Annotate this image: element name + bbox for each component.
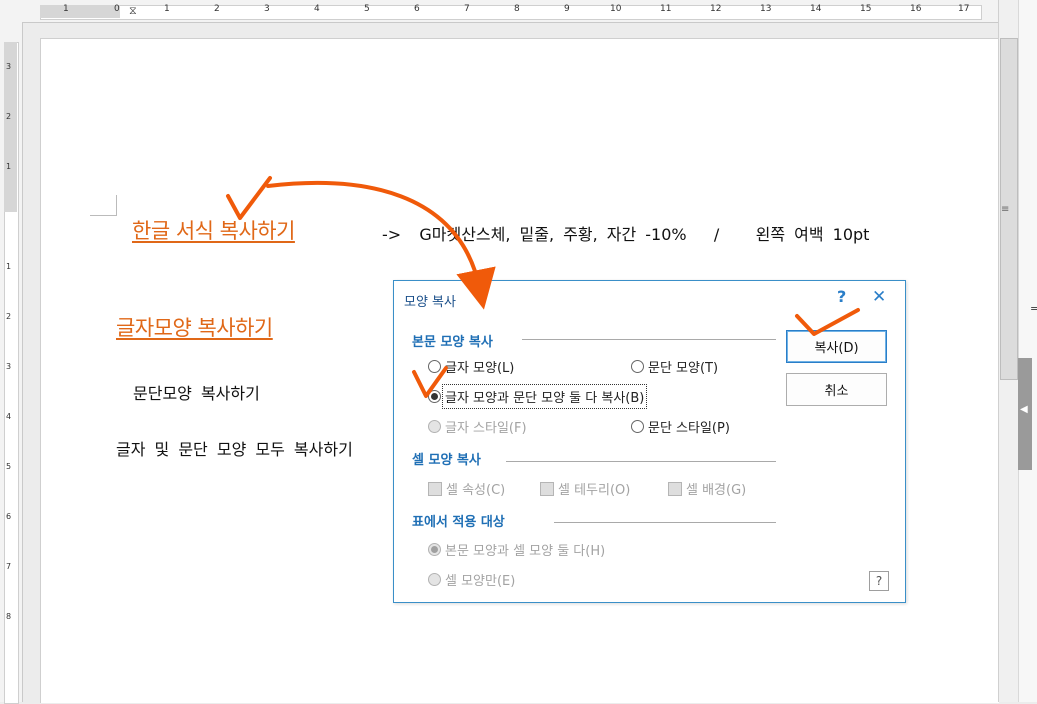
radio-label: 글자 모양과 문단 모양 둘 다 복사(B) (441, 384, 648, 409)
ruler-number: 1 (164, 4, 170, 14)
ruler-number: 17 (958, 4, 970, 14)
ruler-number: 1 (63, 4, 69, 14)
checkbox-cell-attr[interactable]: 셀 속성(C) (428, 479, 505, 498)
ruler-number: 9 (564, 4, 570, 14)
radio-para-shape[interactable]: 문단 모양(T) (631, 357, 718, 376)
copy-button[interactable]: 복사(D) (786, 330, 887, 363)
para-shape-copy-text[interactable]: 문단모양 복사하기 (133, 380, 260, 404)
radio-icon[interactable] (631, 420, 644, 433)
checkbox-icon[interactable] (668, 481, 682, 496)
horizontal-ruler[interactable]: 1 0 1 2 3 4 5 6 7 8 9 10 11 12 13 14 15 … (0, 0, 1000, 23)
close-icon[interactable]: ✕ (872, 287, 886, 307)
radio-label: 셀 모양만(E) (445, 574, 516, 589)
dialog-title: 모양 복사 (404, 295, 456, 310)
page-corner-mark (90, 195, 117, 216)
ruler-number: 4 (314, 4, 320, 14)
radio-icon[interactable] (428, 573, 441, 586)
section-table-target: 표에서 적용 대상 (412, 515, 505, 530)
ruler-number: 5 (6, 462, 12, 471)
ruler-number: 15 (860, 4, 872, 14)
radio-label: 글자 모양(L) (445, 361, 515, 376)
ruler-number: 11 (660, 4, 672, 14)
radio-body-and-cell[interactable]: 본문 모양과 셀 모양 둘 다(H) (428, 540, 605, 559)
ruler-number: 8 (6, 612, 12, 621)
section-cell-copy: 셀 모양 복사 (412, 453, 481, 468)
ruler-number: 2 (6, 112, 12, 121)
ruler-number: 0 (114, 4, 120, 14)
ruler-number: 7 (464, 4, 470, 14)
ruler-number: 10 (610, 4, 622, 14)
radio-label: 문단 모양(T) (648, 361, 719, 376)
shape-copy-dialog: 모양 복사 ? ✕ 본문 모양 복사 글자 모양(L) 문단 모양(T) 글자 … (393, 280, 906, 603)
radio-char-shape[interactable]: 글자 모양(L) (428, 357, 514, 376)
radio-both-shapes[interactable]: 글자 모양과 문단 모양 둘 다 복사(B) (428, 384, 648, 409)
ruler-strip (40, 5, 982, 20)
heading-format-copy[interactable]: 한글 서식 복사하기 (132, 215, 295, 245)
ruler-number: 3 (6, 62, 12, 71)
checkbox-cell-bg[interactable]: 셀 배경(G) (668, 479, 746, 498)
cancel-button[interactable]: 취소 (786, 373, 887, 406)
checkbox-cell-border[interactable]: 셀 테두리(O) (540, 479, 630, 498)
scroll-grip-icon: ≡ (1001, 204, 1010, 215)
radio-label: 문단 스타일(P) (648, 421, 730, 436)
section-divider (554, 522, 776, 523)
ruler-number: 16 (910, 4, 922, 14)
section-body-copy: 본문 모양 복사 (412, 335, 493, 350)
checkbox-label: 셀 배경(G) (686, 483, 747, 498)
vertical-ruler[interactable]: 3 2 1 1 2 3 4 5 6 7 8 (0, 22, 23, 704)
ruler-number: 3 (264, 4, 270, 14)
format-note[interactable]: -> G마켓산스체, 밑줄, 주황, 자간 -10% / 왼쪽 여백 10pt (382, 221, 869, 245)
checkbox-label: 셀 속성(C) (446, 483, 506, 498)
checkbox-label: 셀 테두리(O) (558, 483, 631, 498)
both-shape-copy-text[interactable]: 글자 및 문단 모양 모두 복사하기 (116, 436, 353, 460)
ruler-number: 6 (414, 4, 420, 14)
section-divider (522, 339, 776, 340)
radio-label: 글자 스타일(F) (445, 421, 527, 436)
radio-selected-icon[interactable] (428, 390, 441, 403)
right-side-panel (1018, 0, 1037, 702)
ruler-number: 7 (6, 562, 12, 571)
ruler-number: 4 (6, 412, 12, 421)
radio-label: 본문 모양과 셀 모양 둘 다(H) (445, 544, 606, 559)
radio-icon[interactable] (428, 420, 441, 433)
edge-text: = (1030, 302, 1037, 315)
ruler-number: 2 (6, 312, 12, 321)
ruler-number: 6 (6, 512, 12, 521)
chevron-left-icon: ◀ (1020, 404, 1028, 415)
heading-char-shape-copy[interactable]: 글자모양 복사하기 (116, 312, 273, 342)
help-icon[interactable]: ? (837, 287, 846, 306)
section-divider (506, 461, 776, 462)
ruler-number: 3 (6, 362, 12, 371)
radio-icon[interactable] (631, 360, 644, 373)
help-icon[interactable]: ? (869, 571, 889, 591)
ruler-number: 1 (6, 262, 12, 271)
ruler-margin-area (40, 5, 120, 18)
ruler-number: 1 (6, 162, 12, 171)
ruler-number: 14 (810, 4, 822, 14)
ruler-number: 12 (710, 4, 722, 14)
ruler-number: 13 (760, 4, 772, 14)
radio-cell-only[interactable]: 셀 모양만(E) (428, 570, 515, 589)
radio-icon[interactable] (428, 360, 441, 373)
radio-para-style[interactable]: 문단 스타일(P) (631, 417, 730, 436)
ruler-number: 5 (364, 4, 370, 14)
ruler-number: 2 (214, 4, 220, 14)
radio-char-style[interactable]: 글자 스타일(F) (428, 417, 527, 436)
checkbox-icon[interactable] (540, 481, 554, 496)
indent-marker-icon[interactable]: ⧖ (129, 4, 137, 18)
radio-selected-icon[interactable] (428, 543, 441, 556)
checkbox-icon[interactable] (428, 481, 442, 496)
ruler-number: 8 (514, 4, 520, 14)
